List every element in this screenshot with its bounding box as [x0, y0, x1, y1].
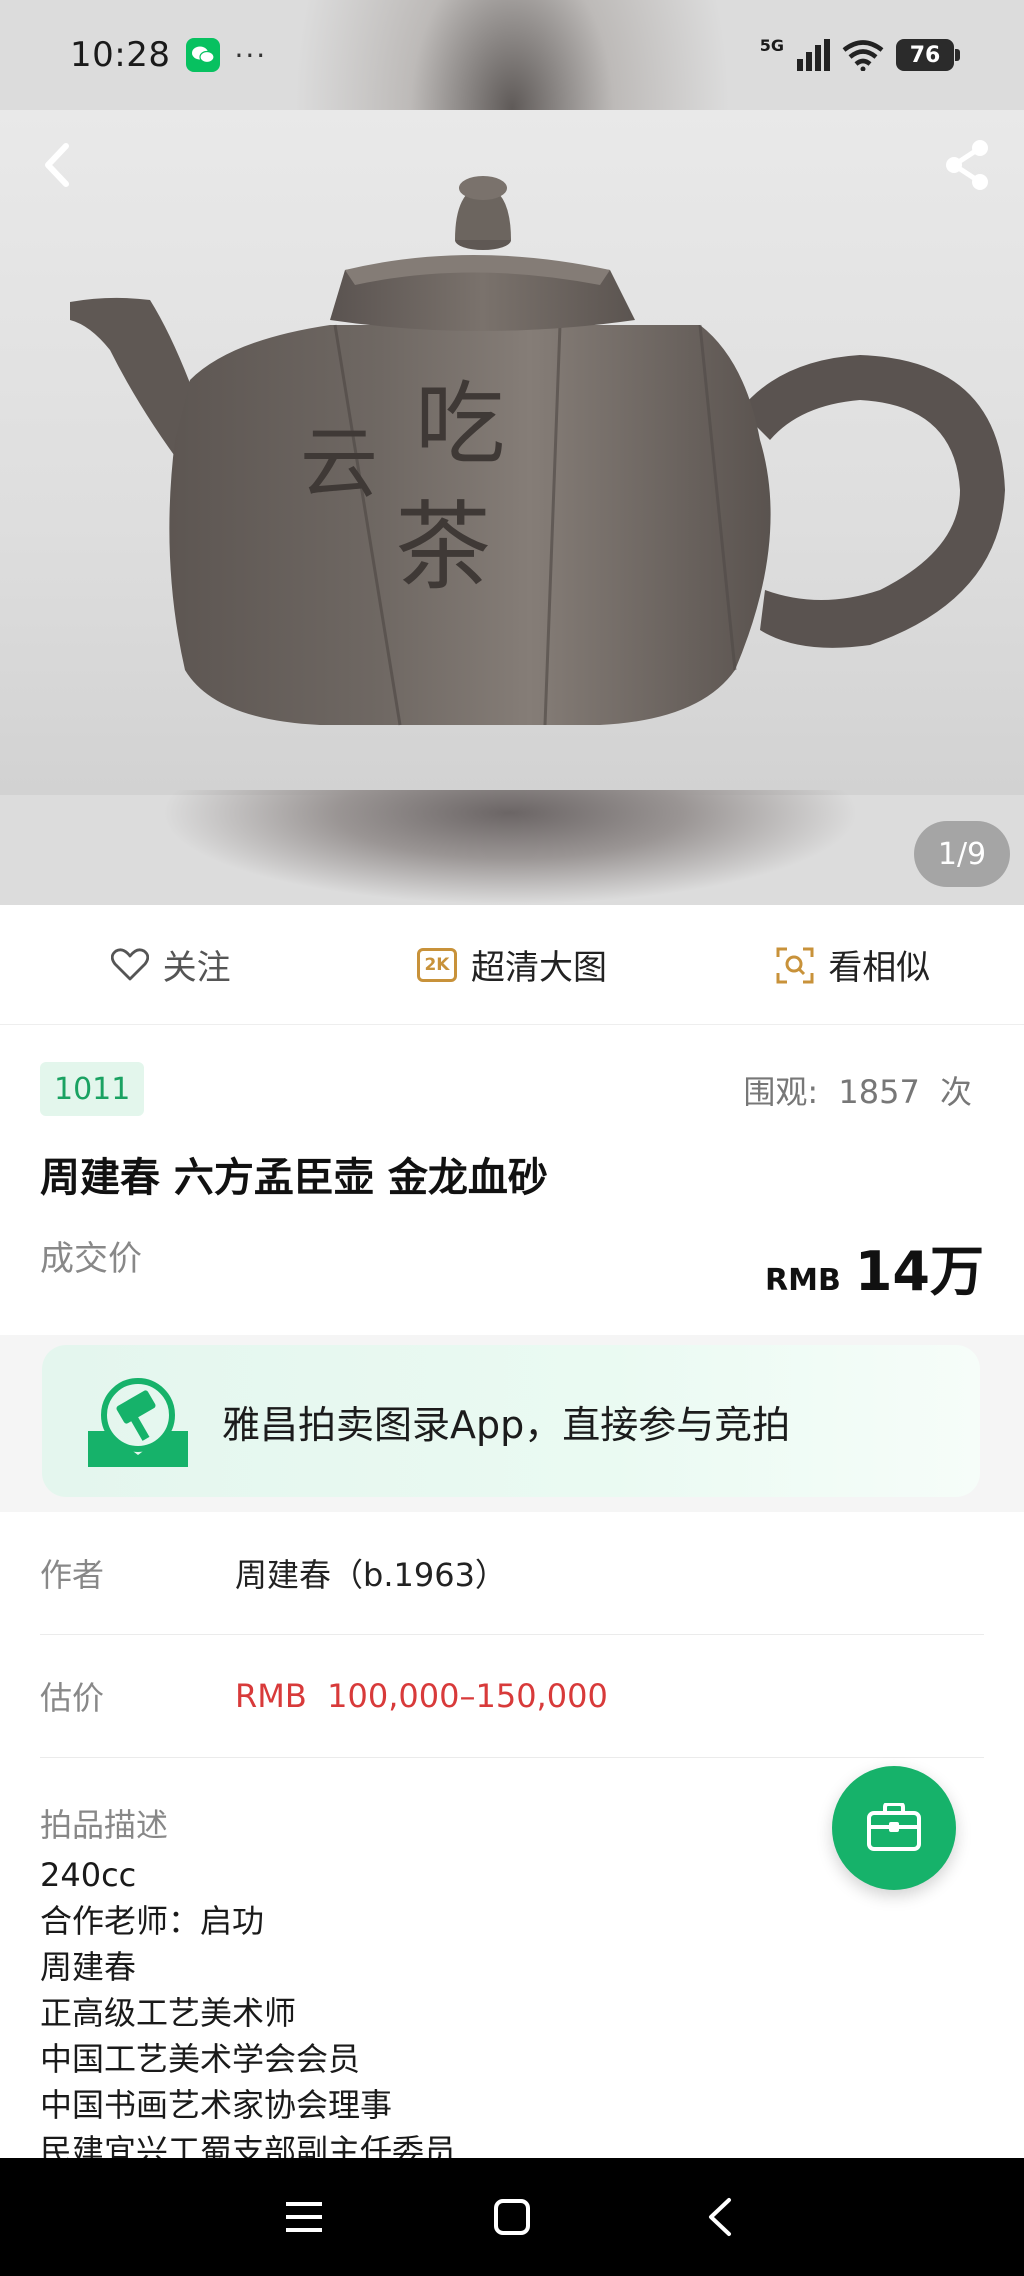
- lot-description: 拍品描述 240cc 合作老师：启功 周建春 正高级工艺美术师 中国工艺美术学会…: [40, 1800, 940, 2174]
- hero-image-area[interactable]: 云 吃 茶 1/9: [0, 0, 1024, 905]
- views-unit: 次: [939, 1073, 972, 1111]
- lot-details: 作者 周建春（b.1963） 估价 RMB 100,000–150,000: [0, 1512, 1024, 1758]
- share-icon: [946, 140, 988, 190]
- app-promo-banner[interactable]: 雅昌拍卖图录App，直接参与竞拍: [42, 1345, 980, 1497]
- wifi-icon: [842, 40, 884, 71]
- similar-button[interactable]: 看相似: [683, 940, 1024, 989]
- hammer-price: RMB 14万: [765, 1227, 984, 1306]
- views-count: 1857: [838, 1073, 920, 1111]
- estimate-label: 估价: [40, 1679, 105, 1717]
- author-row: 作者 周建春（b.1963）: [40, 1512, 984, 1635]
- briefcase-icon: [867, 1803, 921, 1851]
- hd-image-label: 超清大图: [470, 948, 607, 988]
- inscription-char-3: 茶: [395, 491, 491, 603]
- description-line: 240cc: [40, 1856, 137, 1894]
- follow-label: 关注: [162, 948, 231, 988]
- status-bar: 10:28 ··· 5G 76: [0, 0, 1024, 110]
- auction-gavel-logo: [88, 1378, 188, 1467]
- author-value[interactable]: 周建春（b.1963）: [235, 1550, 507, 1596]
- 2k-icon: 2K: [416, 947, 457, 982]
- lot-info-card: 1011 围观: 1857 次 周建春 六方孟臣壶 金龙血砂 成交价 RMB 1…: [0, 1025, 1024, 1335]
- status-time: 10:28: [70, 35, 171, 75]
- inscription-char-2: 吃: [415, 372, 505, 477]
- home-nav-button[interactable]: [472, 2177, 552, 2257]
- description-title: 拍品描述: [40, 1806, 169, 1844]
- teapot-shadow: [160, 790, 860, 905]
- estimate-value: RMB 100,000–150,000: [235, 1677, 608, 1715]
- price-currency: RMB: [765, 1263, 841, 1298]
- views-label: 围观:: [743, 1073, 819, 1111]
- price-label: 成交价: [40, 1239, 142, 1279]
- menu-nav-button[interactable]: [264, 2177, 344, 2257]
- similar-label: 看相似: [828, 948, 931, 988]
- briefcase-fab-button[interactable]: [832, 1766, 956, 1890]
- promo-text: 雅昌拍卖图录App，直接参与竞拍: [222, 1402, 791, 1447]
- promo-section: 雅昌拍卖图录App，直接参与竞拍: [0, 1335, 1024, 1512]
- description-line: 中国工艺美术学会会员: [40, 2040, 361, 2078]
- heart-outline-icon: [110, 947, 149, 980]
- menu-icon: [286, 2202, 322, 2232]
- status-more-icon: ···: [234, 38, 268, 72]
- teapot-photo: 云 吃 茶: [70, 176, 1005, 726]
- action-row: 关注 2K 超清大图 看相似: [0, 905, 1024, 1025]
- description-line: 中国书画艺术家协会理事: [40, 2086, 393, 2124]
- lot-number-badge: 1011: [40, 1062, 145, 1116]
- battery-indicator: 76: [896, 39, 960, 71]
- price-value: 14万: [854, 1240, 984, 1303]
- share-button[interactable]: [932, 130, 1002, 200]
- chevron-left-icon: [45, 143, 69, 187]
- inscription-char-1: 云: [300, 419, 378, 509]
- author-label: 作者: [40, 1556, 105, 1594]
- system-navigation-bar: [0, 2158, 1024, 2276]
- back-nav-button[interactable]: [680, 2177, 760, 2257]
- description-line: 正高级工艺美术师: [40, 1994, 297, 2032]
- wechat-icon: [186, 38, 221, 72]
- home-icon: [494, 2199, 530, 2235]
- follow-button[interactable]: 关注: [0, 940, 341, 989]
- back-button[interactable]: [22, 130, 92, 200]
- description-line: 合作老师：启功: [40, 1902, 265, 1940]
- network-type: 5G: [759, 35, 784, 55]
- estimate-row: 估价 RMB 100,000–150,000: [40, 1635, 984, 1758]
- hd-image-button[interactable]: 2K 超清大图: [341, 940, 682, 989]
- description-line: 周建春: [40, 1948, 137, 1986]
- lot-title: 周建春 六方孟臣壶 金龙血砂: [40, 1155, 548, 1201]
- image-counter: 1/9: [914, 821, 1010, 887]
- image-search-icon: [776, 947, 814, 983]
- back-icon: [709, 2198, 731, 2236]
- signal-icon: [797, 39, 830, 71]
- view-count: 围观: 1857 次: [743, 1067, 972, 1113]
